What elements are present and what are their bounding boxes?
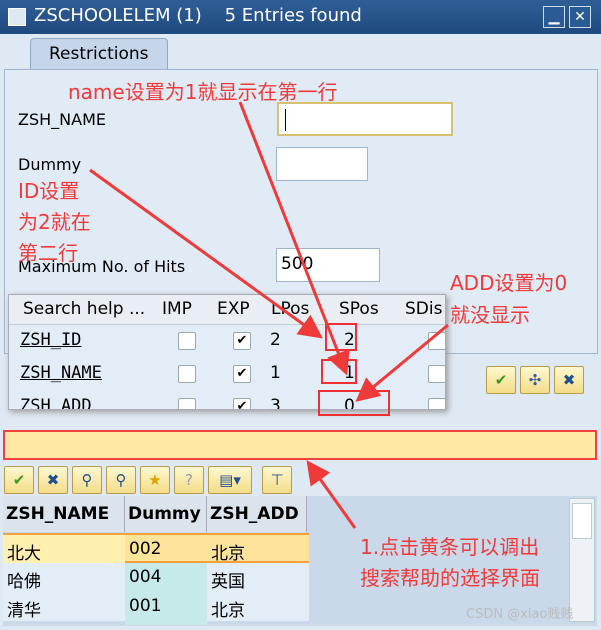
annotation-arrows	[89, 101, 449, 529]
arrow	[306, 460, 357, 529]
arrow	[355, 323, 449, 402]
arrow	[238, 101, 350, 376]
arrow	[89, 168, 323, 339]
